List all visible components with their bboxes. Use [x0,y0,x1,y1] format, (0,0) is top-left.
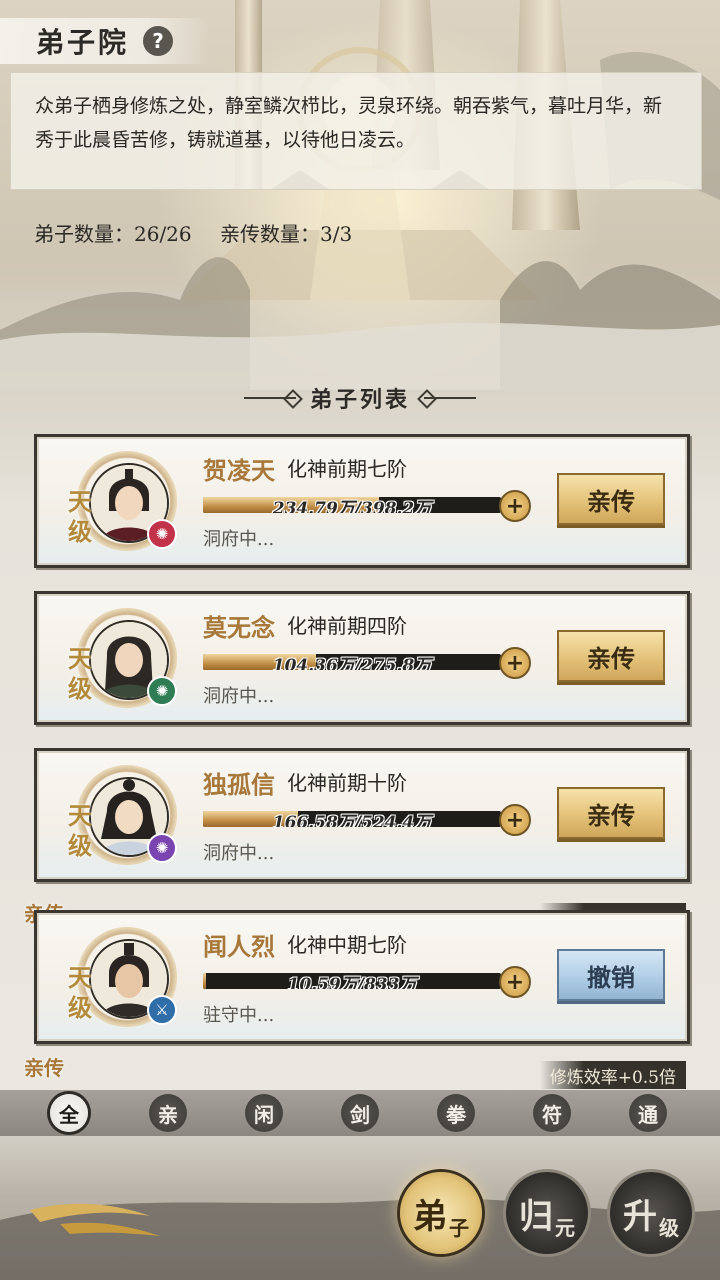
list-header: 弟子列表 [220,380,500,416]
nav-label: 归 [519,1196,553,1237]
title-bar: 弟子院 ? [0,18,210,64]
ornament-left-icon [243,397,296,399]
nav-label: 弟 [413,1196,447,1237]
filter-tab-fist[interactable]: 拳 [437,1094,475,1132]
disciple-realm: 化神前期十阶 [287,771,407,795]
progress-text: 104.36万/275.8万 [272,656,432,670]
disciple-count: 弟子数量：26/26 [34,222,192,246]
disciple-card[interactable]: 天级 ✺ 独孤信 化神前期十阶 166.58万/524.4万 + 洞府中... … [34,748,690,882]
disciple-name: 莫无念 [203,613,275,642]
cultivation-progress-bar: 10.59万/833万 [203,973,501,989]
fire-swirl-icon: ✺ [147,519,177,549]
description-panel: 众弟子栖身修炼之处，静室鳞次栉比，灵泉环绕。朝吞紫气，暮吐月华，新秀于此晨昏苦修… [10,72,702,190]
sword-icon: ⚔ [147,995,177,1025]
grade-label: 天级 [68,963,92,1022]
disciple-status: 驻守中... [203,1005,275,1026]
nav-return-button[interactable]: 归元 [506,1172,588,1254]
progress-text: 10.59万/833万 [287,975,417,989]
disciple-realm: 化神前期七阶 [287,457,407,481]
appoint-elite-button[interactable]: 亲传 [557,473,665,525]
description-text: 众弟子栖身修炼之处，静室鳞次栉比，灵泉环绕。朝吞紫气，暮吐月华，新秀于此晨昏苦修… [35,95,663,151]
filter-tab-idle[interactable]: 闲 [245,1094,283,1132]
disciple-status: 洞府中... [203,843,275,864]
add-cultivation-button[interactable]: + [499,966,531,998]
disciple-name: 独孤信 [203,770,275,799]
cultivation-progress-bar: 104.36万/275.8万 [203,654,501,670]
nav-label-sub: 子 [449,1215,469,1240]
disciple-name: 贺凌天 [203,456,275,485]
counts-row: 弟子数量：26/26 亲传数量：3/3 [34,218,374,247]
disciple-card[interactable]: 天级 ⚔ 闻人烈 化神中期七阶 10.59万/833万 + 驻守中... 撤销 [34,910,690,1044]
appoint-elite-button[interactable]: 亲传 [557,630,665,682]
nav-label-sub: 元 [555,1215,575,1240]
filter-tab-sword[interactable]: 剑 [341,1094,379,1132]
filter-tab-talisman[interactable]: 符 [533,1094,571,1132]
progress-text: 166.58万/524.4万 [272,813,432,827]
disciple-card[interactable]: 天级 ✺ 莫无念 化神前期四阶 104.36万/275.8万 + 洞府中... … [34,591,690,725]
progress-text: 234.79万/398.2万 [272,499,432,513]
thunder-swirl-icon: ✺ [147,833,177,863]
nav-label-sub: 级 [659,1215,679,1240]
elite-count: 亲传数量：3/3 [220,222,353,246]
grade-label: 天级 [68,801,92,860]
add-cultivation-button[interactable]: + [499,647,531,679]
elite-ribbon: 亲传 [24,1056,64,1080]
grade-label: 天级 [68,644,92,703]
cultivation-bonus-badge: 修炼效率+0.5倍 [539,1061,686,1089]
add-cultivation-button[interactable]: + [499,804,531,836]
add-cultivation-button[interactable]: + [499,490,531,522]
filter-tab-general[interactable]: 通 [629,1094,667,1132]
filter-tab-elite[interactable]: 亲 [149,1094,187,1132]
disciple-card[interactable]: 天级 ✺ 贺凌天 化神前期七阶 234.79万/398.2万 + 洞府中... … [34,434,690,568]
cultivation-progress-bar: 166.58万/524.4万 [203,811,501,827]
disciple-name: 闻人烈 [203,932,275,961]
nav-upgrade-button[interactable]: 升级 [610,1172,692,1254]
filter-bar: 全 亲 闲 剑 拳 符 通 [0,1090,720,1136]
ornament-right-icon [424,397,476,399]
disciple-realm: 化神前期四阶 [287,614,407,638]
list-title: 弟子列表 [309,387,410,413]
grade-label: 天级 [68,487,92,546]
help-icon[interactable]: ? [143,26,174,56]
wind-swirl-icon: ✺ [147,676,177,706]
nav-disciples-button[interactable]: 弟子 [400,1172,482,1254]
filter-tab-all[interactable]: 全 [50,1094,88,1132]
nav-label: 升 [623,1196,657,1237]
cultivation-progress-bar: 234.79万/398.2万 [203,497,501,513]
page-title: 弟子院 [36,26,130,59]
appoint-elite-button[interactable]: 亲传 [557,787,665,839]
disciple-realm: 化神中期七阶 [287,933,407,957]
revoke-elite-button[interactable]: 撤销 [557,949,665,1001]
disciple-status: 洞府中... [203,686,275,707]
disciple-status: 洞府中... [203,529,275,550]
